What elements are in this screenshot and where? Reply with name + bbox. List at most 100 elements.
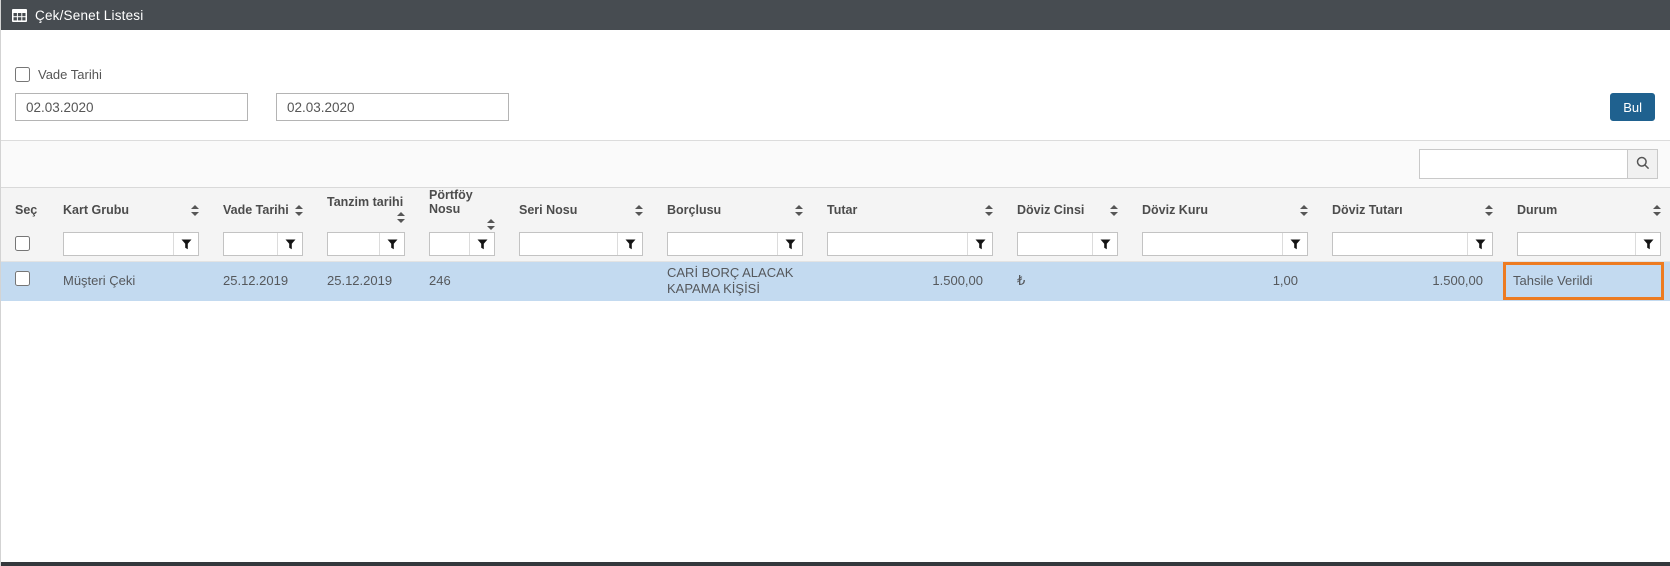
- column-header-tanzim-tarihi[interactable]: Tanzim tarihi: [313, 188, 415, 233]
- bottom-edge-strip: [1, 562, 1670, 566]
- filter-doviz-kuru: [1142, 232, 1308, 257]
- column-header-doviz-cinsi[interactable]: Döviz Cinsi: [1003, 188, 1128, 233]
- filter-input[interactable]: [328, 233, 379, 256]
- filter-tutar: [827, 232, 993, 257]
- filter-icon-button[interactable]: [967, 233, 992, 256]
- filter-icon-button[interactable]: [173, 233, 198, 256]
- column-label: Borçlusu: [667, 203, 722, 217]
- table-header-row: Seç Kart Grubu Vade Tarihi Tanzim tarihi…: [1, 187, 1670, 233]
- filter-input[interactable]: [224, 233, 277, 256]
- filter-icon-button[interactable]: [617, 233, 642, 256]
- cell-borclusu: CARİ BORÇ ALACAK KAPAMA KİŞİSİ: [667, 264, 794, 297]
- column-label: Seç: [15, 203, 38, 217]
- filter-panel: Vade Tarihi Bul: [1, 30, 1670, 121]
- sort-icon[interactable]: [981, 203, 997, 218]
- filter-icon-button[interactable]: [777, 233, 802, 256]
- column-header-doviz-kuru[interactable]: Döviz Kuru: [1128, 188, 1318, 233]
- filter-vade-tarihi: [223, 232, 303, 257]
- sort-icon[interactable]: [1481, 203, 1497, 218]
- filter-doviz-tutari: [1332, 232, 1493, 257]
- cell-tanzim-tarihi: 25.12.2019: [327, 272, 393, 288]
- column-header-seri-nosu[interactable]: Seri Nosu: [505, 188, 653, 233]
- table-row[interactable]: Müşteri Çeki 25.12.2019 25.12.2019 246 C…: [1, 261, 1670, 302]
- column-label: Döviz Cinsi: [1017, 203, 1085, 217]
- cell-select: [1, 261, 49, 301]
- filter-portfoy-nosu: [429, 232, 495, 257]
- column-label: Seri Nosu: [519, 203, 578, 217]
- filter-icon-button[interactable]: [1635, 233, 1660, 256]
- table-grid-icon: [12, 8, 27, 22]
- filter-input[interactable]: [1518, 233, 1635, 256]
- cell-seri-nosu: [505, 261, 653, 301]
- search-icon: [1636, 156, 1650, 173]
- search-button[interactable]: [1627, 149, 1658, 179]
- sort-icon[interactable]: [187, 203, 203, 218]
- filter-tanzim-tarihi: [327, 232, 405, 257]
- filter-input[interactable]: [64, 233, 173, 256]
- cell-durum: Tahsile Verildi: [1503, 261, 1670, 301]
- sort-icon[interactable]: [1296, 203, 1312, 218]
- search-band: [1, 140, 1670, 187]
- column-label: Döviz Kuru: [1142, 203, 1208, 217]
- table-filter-row: [1, 232, 1670, 261]
- column-label: Durum: [1517, 203, 1558, 217]
- cell-vade-tarihi: 25.12.2019: [223, 272, 289, 288]
- cell-tutar: 1.500,00: [932, 272, 983, 288]
- filter-seri-nosu: [519, 232, 643, 257]
- sort-icon[interactable]: [291, 203, 307, 218]
- cell-doviz-tutari: 1.500,00: [1432, 272, 1483, 288]
- column-label: Pörtföy Nosu: [429, 188, 473, 216]
- filter-kart-grubu: [63, 232, 199, 257]
- sort-icon[interactable]: [631, 203, 647, 218]
- filter-icon-button[interactable]: [1282, 233, 1307, 256]
- sort-icon[interactable]: [393, 210, 409, 225]
- status-text: Tahsile Verildi: [1513, 272, 1593, 288]
- cell-doviz-kuru: 1,00: [1272, 272, 1298, 288]
- column-header-vade-tarihi[interactable]: Vade Tarihi: [209, 188, 313, 233]
- search-input[interactable]: [1419, 149, 1627, 179]
- filter-icon-button[interactable]: [1467, 233, 1492, 256]
- filter-icon-button[interactable]: [277, 233, 302, 256]
- select-all-checkbox[interactable]: [15, 236, 30, 252]
- vade-tarihi-checkbox[interactable]: [15, 66, 30, 82]
- filter-input[interactable]: [1333, 233, 1467, 256]
- filter-input[interactable]: [430, 233, 469, 256]
- status-highlight-box: Tahsile Verildi: [1503, 262, 1664, 301]
- cell-kart-grubu: Müşteri Çeki: [63, 272, 136, 288]
- filter-input[interactable]: [828, 233, 967, 256]
- column-header-doviz-tutari[interactable]: Döviz Tutarı: [1318, 188, 1503, 233]
- column-label: Tanzim tarihi: [327, 195, 404, 209]
- column-label: Tutar: [827, 203, 858, 217]
- cell-portfoy-nosu: 246: [429, 272, 451, 288]
- sort-icon[interactable]: [1649, 203, 1665, 218]
- filter-icon-button[interactable]: [1092, 233, 1117, 256]
- filter-icon-button[interactable]: [379, 233, 404, 256]
- filter-icon-button[interactable]: [469, 233, 494, 256]
- row-select-checkbox[interactable]: [15, 271, 30, 287]
- cek-senet-table: Seç Kart Grubu Vade Tarihi Tanzim tarihi…: [1, 187, 1670, 302]
- column-header-sec: Seç: [1, 188, 49, 233]
- filter-doviz-cinsi: [1017, 232, 1118, 257]
- filter-input[interactable]: [1018, 233, 1092, 256]
- column-label: Vade Tarihi: [223, 203, 289, 217]
- find-button[interactable]: Bul: [1610, 93, 1655, 121]
- column-header-borclusu[interactable]: Borçlusu: [653, 188, 813, 233]
- date-end-input[interactable]: [276, 93, 509, 121]
- filter-input[interactable]: [668, 233, 777, 256]
- sort-icon[interactable]: [1106, 203, 1122, 218]
- vade-tarihi-label[interactable]: Vade Tarihi: [38, 67, 102, 82]
- page-title: Çek/Senet Listesi: [35, 7, 144, 23]
- filter-borclusu: [667, 232, 803, 257]
- cell-doviz-cinsi: ₺: [1017, 272, 1026, 288]
- column-header-durum[interactable]: Durum: [1503, 188, 1670, 233]
- date-start-input[interactable]: [15, 93, 248, 121]
- filter-input[interactable]: [1143, 233, 1282, 256]
- window-titlebar: Çek/Senet Listesi: [1, 0, 1670, 30]
- sort-icon[interactable]: [791, 203, 807, 218]
- column-header-kart-grubu[interactable]: Kart Grubu: [49, 188, 209, 233]
- sort-icon[interactable]: [483, 217, 499, 232]
- column-label: Kart Grubu: [63, 203, 129, 217]
- column-header-portfoy-nosu[interactable]: Pörtföy Nosu: [415, 188, 505, 233]
- column-header-tutar[interactable]: Tutar: [813, 188, 1003, 233]
- filter-input[interactable]: [520, 233, 617, 256]
